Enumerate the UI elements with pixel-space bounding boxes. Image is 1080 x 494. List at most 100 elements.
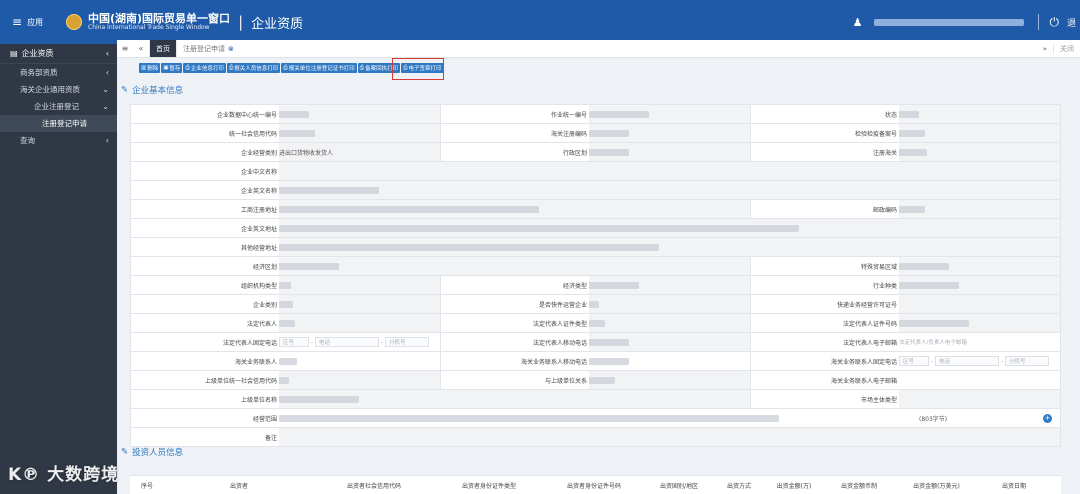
close-all-tabs-button[interactable]: 关闭 [1053, 43, 1080, 54]
print-declarant-button[interactable]: ⎙ 报关人员信息打印 [226, 63, 281, 73]
form-field: 法定代表人移动电话 [441, 333, 751, 351]
field-label: 法定代表人证件号码 [842, 320, 897, 328]
button-label: 删除 [147, 66, 159, 72]
top-bar: ≡ 应用 中国(湖南)国际贸易单一窗口 China International … [0, 0, 1080, 44]
button-label: 报关人员信息打印 [234, 66, 279, 72]
field-label: 特殊贸易区域 [860, 263, 897, 271]
field-label: 作业统一编号 [550, 111, 587, 119]
legal-tel-inputs: 区号 - 电话 - 分机号 [279, 333, 440, 351]
contact-email-input[interactable] [899, 371, 1060, 389]
chevron-left-icon: ‹ [105, 136, 109, 145]
sidebar-header[interactable]: ▤ 企业资质 ‹ [0, 44, 117, 64]
form-field: 企业中文名称 [131, 162, 1061, 180]
sidebar-item-customs-general[interactable]: 海关企业通用资质 ⌄ [0, 81, 117, 98]
form-field: 组织机构类型 [131, 276, 441, 294]
section-investor-info: ✎ 投资人员信息 [121, 446, 183, 458]
expand-icon[interactable]: + [1043, 413, 1052, 423]
menu-toggle-icon[interactable]: ≡ [117, 44, 133, 53]
org-type-value [279, 276, 440, 294]
print-esign-button[interactable]: ⎙ 电子签章打印 [401, 63, 444, 73]
app-menu-button[interactable]: ≡ 应用 [0, 15, 62, 29]
scope-value[interactable]: (803字节) + [279, 409, 1060, 427]
tab-home-label: 首页 [156, 44, 170, 53]
field-label: 其他经营地址 [240, 244, 277, 252]
field-label: 海关业务联系人电子邮箱 [830, 377, 897, 385]
form-field: 邮政编码 [751, 200, 1061, 218]
edit-icon: ✎ [121, 85, 129, 95]
org-code-value [279, 105, 440, 123]
chevron-left-icon: ‹ [105, 68, 109, 77]
contact-mobile-value[interactable] [589, 352, 750, 370]
tab-strip-right: » 关闭 [1037, 40, 1080, 57]
sidebar-item-registration-apply[interactable]: 注册登记申请 [0, 115, 117, 132]
print-enterprise-button[interactable]: ⎙ 企业信息打印 [183, 63, 226, 73]
delete-button[interactable]: ▥ 删除 [139, 63, 161, 73]
legal-email-input[interactable]: 法定代表人/负责人电子邮箱 [899, 333, 1060, 351]
watermark: K℗ 大数跨境 [8, 465, 120, 485]
phone-input[interactable]: 电话 [935, 356, 999, 366]
field-label: 经营范围 [252, 415, 277, 423]
button-label: 暂存 [169, 66, 181, 72]
power-icon[interactable]: ⏻ [1049, 15, 1059, 30]
form-field: 海关业务联系人移动电话 [441, 352, 751, 370]
form-field: 行政区划 [441, 143, 751, 161]
sidebar-item-label: 注册登记申请 [42, 119, 87, 128]
print-receipt-button[interactable]: ⎙ 备案回执打印 [357, 63, 401, 73]
form-field: 企业英文地址 [131, 219, 1061, 237]
tab-label: 注册登记申请 [183, 44, 225, 53]
field-label: 市场主体类型 [860, 396, 897, 404]
express-value [899, 295, 1060, 313]
tab-registration-apply[interactable]: 注册登记申请 ⊗ [176, 40, 240, 57]
field-label: 法定代表人证件类型 [532, 320, 587, 328]
trash-icon: ▥ [141, 65, 147, 71]
tab-home[interactable]: 首页 [149, 40, 176, 57]
user-name-redacted [874, 18, 1025, 26]
field-label: 经济区划 [252, 263, 277, 271]
area-code-input[interactable]: 区号 [279, 337, 309, 347]
field-label: 上级单位统一社会信用代码 [204, 377, 277, 385]
form-field: 统一社会信用代码 [131, 124, 441, 142]
legal-rep-value [279, 314, 440, 332]
save-draft-button[interactable]: ▣ 暂存 [161, 63, 183, 73]
extension-input[interactable]: 分机号 [385, 337, 429, 347]
button-label: 备案回执打印 [365, 66, 399, 72]
close-icon[interactable]: ⊗ [228, 45, 234, 53]
parent-credit-value [279, 371, 440, 389]
column-header: 出资者身份证件类型 [461, 482, 516, 490]
tab-prev-icon[interactable]: « [133, 44, 149, 53]
logout-label[interactable]: 退 [1067, 16, 1076, 29]
column-header: 出资金额(万美元) [913, 482, 960, 490]
sidebar-item-registration[interactable]: 企业注册登记 ⌄ [0, 98, 117, 115]
sidebar-item-query[interactable]: 查询 ‹ [0, 132, 117, 149]
field-label: 法定代表人固定电话 [222, 339, 277, 347]
tab-strip: ≡ « 首页 注册登记申请 ⊗ » 关闭 [117, 40, 1080, 58]
extension-input[interactable]: 分机号 [1005, 356, 1049, 366]
sidebar-item-commerce[interactable]: 商务部资质 ‹ [0, 64, 117, 81]
contact-value[interactable] [279, 352, 440, 370]
title-separator: | [238, 13, 244, 31]
phone-input[interactable]: 电话 [315, 337, 379, 347]
form-field: 备注 [131, 428, 1061, 446]
form-row: 统一社会信用代码 海关注册编码 检验检疫备案号 [131, 124, 1061, 143]
form-field: 法定代表人固定电话 区号 - 电话 - 分机号 [131, 333, 441, 351]
form-row: 上级单位统一社会信用代码 与上级单位关系 海关业务联系人电子邮箱 [131, 371, 1061, 390]
save-icon: ▣ [163, 65, 169, 71]
legal-id-type-value [589, 314, 750, 332]
form-row: 法定代表人固定电话 区号 - 电话 - 分机号 法定代表人移动电话 法定代表人电… [131, 333, 1061, 352]
area-code-input[interactable]: 区号 [899, 356, 929, 366]
form-row: 企业数据中心统一编号 作业统一编号 状态 [131, 105, 1061, 124]
form-field: 工商注册地址 [131, 200, 751, 218]
postcode-value [899, 200, 1060, 218]
field-label: 组织机构类型 [240, 282, 277, 290]
tab-next-icon[interactable]: » [1037, 45, 1053, 53]
chevron-left-icon: ‹ [105, 49, 109, 58]
form-row: 企业英文名称 [131, 181, 1061, 200]
form-field: 行业种类 [751, 276, 1061, 294]
user-icon[interactable]: ♟ [853, 16, 863, 29]
form-field: 经营范围 (803字节) + [131, 409, 1061, 427]
form-field: 海关注册编码 [441, 124, 751, 142]
app-menu-label: 应用 [27, 17, 44, 27]
form-field: 海关业务联系人电子邮箱 [751, 371, 1061, 389]
customs-reg-value [589, 124, 750, 142]
print-certificate-button[interactable]: ⎙ 报关单位注册登记证书打印 [281, 63, 357, 73]
